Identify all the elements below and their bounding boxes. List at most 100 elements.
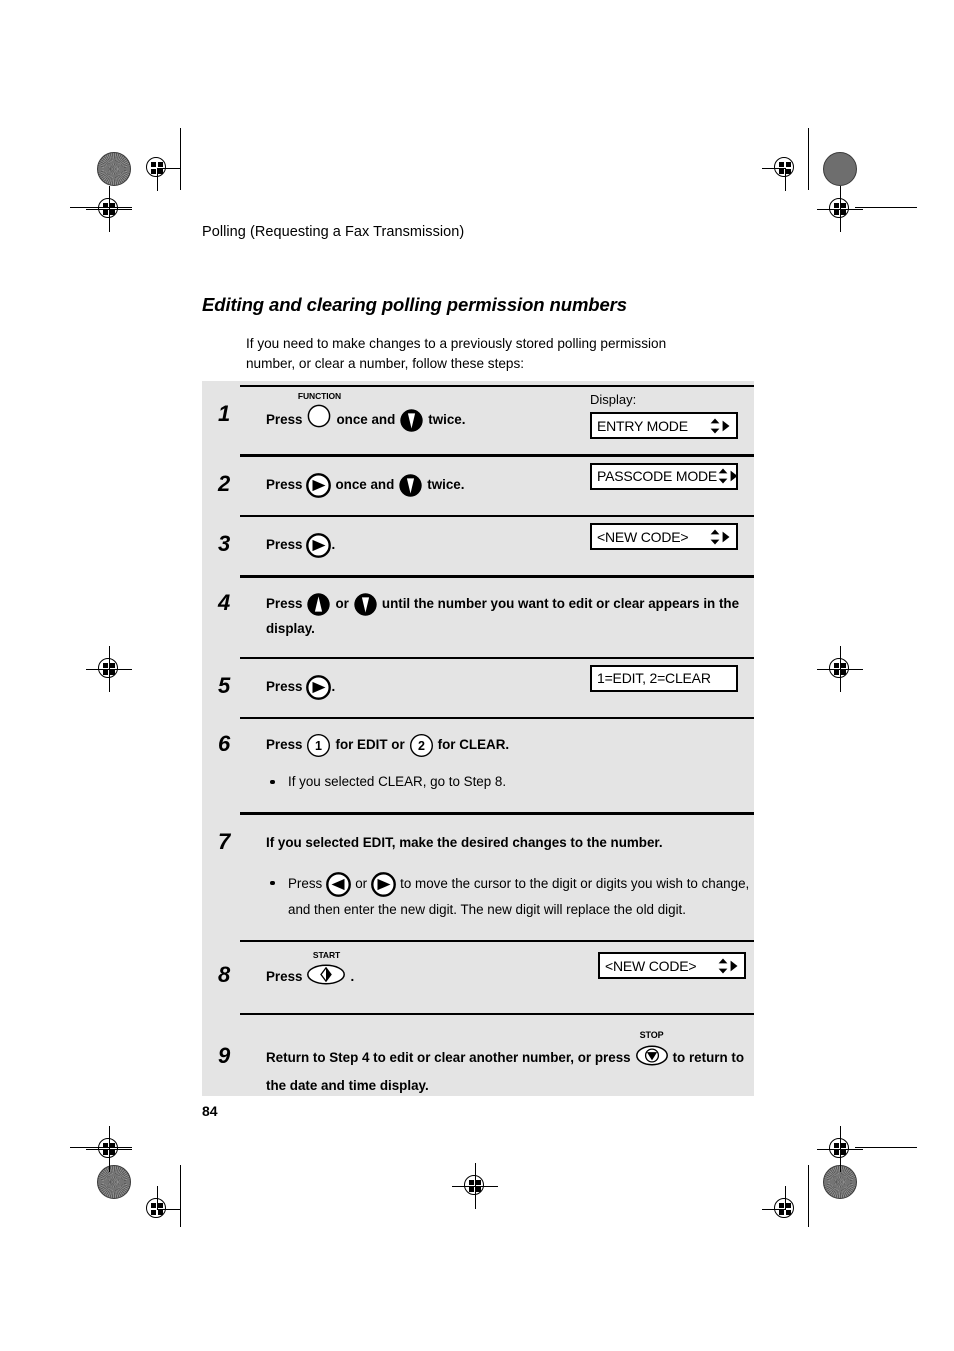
page-number: 84 — [202, 1103, 218, 1119]
registration-mark-top-right-inner — [762, 145, 808, 191]
display-box: <NEW CODE> — [590, 523, 738, 551]
step-number: 3 — [218, 531, 231, 557]
down-arrow-button-icon[interactable] — [399, 408, 424, 433]
svg-text:2: 2 — [418, 740, 425, 754]
registration-mark-left-middle — [86, 646, 132, 692]
trim-line-bottom-left-vertical — [180, 1165, 182, 1227]
display-box: <NEW CODE> — [598, 952, 746, 980]
display-box: PASSCODE MODE — [590, 462, 739, 490]
document-page: Polling (Requesting a Fax Transmission) … — [0, 0, 954, 1351]
step-bullet-text: If you selected CLEAR, go to Step 8. — [288, 774, 507, 790]
step-text-after: . — [350, 969, 355, 985]
right-arrow-button-icon[interactable] — [306, 675, 332, 700]
step-number: 4 — [218, 589, 231, 615]
intro-paragraph: If you need to make changes to a previou… — [246, 336, 667, 371]
trim-line-bottom-right-horizontal — [855, 1147, 917, 1149]
stop-button-icon[interactable]: STOP — [635, 1031, 669, 1074]
function-button-caption: FUNCTION — [297, 391, 342, 402]
step-text-before: Press — [266, 679, 303, 694]
step-bullet: If you selected CLEAR, go to Step 8. — [266, 771, 754, 792]
registration-mark-bottom-right-outer — [817, 1126, 863, 1172]
bullet-dot-icon — [270, 779, 275, 785]
registration-mark-right-middle — [817, 646, 863, 692]
key-1-button-icon[interactable]: 1 — [306, 733, 331, 758]
step-text-before: Press — [266, 737, 303, 753]
step-number: 6 — [218, 731, 231, 757]
registration-mark-top-left-outer — [86, 186, 132, 232]
start-button-icon[interactable]: START — [306, 951, 346, 993]
trim-line-top-right-vertical — [808, 128, 810, 190]
trim-line-top-right-horizontal — [855, 207, 917, 209]
display-scroll-indicator — [717, 467, 739, 485]
step-item: 5 Press. 1=EDIT, 2=CLEAR — [218, 659, 754, 717]
density-patch-top-right — [823, 152, 857, 186]
registration-mark-bottom-center — [452, 1163, 498, 1209]
step-item: 7 If you selected EDIT, make the desired… — [218, 815, 754, 940]
step-text: Press or until the number you want to edit… — [266, 592, 754, 641]
right-arrow-button-icon[interactable] — [306, 472, 332, 498]
step-text-before: Return to Step 4 to edit or clear anothe… — [266, 1050, 631, 1066]
step-bullet-text-before: Press — [288, 875, 323, 891]
step-number: 1 — [218, 401, 231, 427]
registration-mark-top-right-outer — [817, 186, 863, 232]
registration-mark-top-left-inner — [134, 145, 180, 191]
steps-list: 1 Press FUNCTION once and twice. ENTRY MODE — [218, 381, 754, 1118]
display-text: ENTRY MODE — [597, 417, 688, 434]
step-number: 9 — [218, 1043, 231, 1069]
step-number: 2 — [218, 470, 231, 496]
step-item: 1 Press FUNCTION once and twice. ENTRY MODE — [218, 387, 754, 454]
registration-mark-bottom-right-inner — [762, 1186, 808, 1232]
display-scroll-indicator — [709, 417, 731, 435]
page-title: Editing and clearing polling permission … — [202, 294, 627, 315]
bullet-dot-icon — [270, 880, 275, 886]
step-text-after: . — [331, 679, 336, 694]
svg-text:1: 1 — [316, 740, 323, 754]
display-text: <NEW CODE> — [597, 528, 689, 545]
step-bullet: Press or to move the cursor to the digit o… — [266, 871, 754, 922]
key-2-button-icon[interactable]: 2 — [409, 733, 434, 758]
step-text-middle: for EDIT or — [335, 737, 405, 753]
registration-mark-bottom-left-outer — [86, 1126, 132, 1172]
trim-line-top-left-vertical — [180, 128, 182, 190]
step-text: Return to Step 4 to edit or clear anothe… — [266, 1031, 754, 1098]
up-arrow-button-icon[interactable] — [306, 592, 331, 617]
display-text: 1=EDIT, 2=CLEAR — [597, 670, 711, 687]
step-number: 8 — [218, 962, 231, 988]
running-head: Polling (Requesting a Fax Transmission) — [202, 224, 465, 240]
step-text-before: Press — [266, 537, 303, 553]
right-arrow-button-icon[interactable] — [371, 871, 397, 897]
step-number: 7 — [218, 828, 231, 854]
down-arrow-button-icon[interactable] — [353, 592, 378, 617]
display-scroll-indicator — [717, 957, 739, 975]
step-bullet-text-middle: or — [355, 875, 368, 891]
step-text-before: Press — [266, 969, 303, 985]
right-arrow-button-icon[interactable] — [306, 533, 332, 559]
display-text: PASSCODE MODE — [597, 468, 718, 485]
down-arrow-button-icon[interactable] — [398, 473, 423, 498]
step-item: 3 Press. <NEW CODE> — [218, 517, 754, 575]
step-text-before: Press — [266, 595, 303, 611]
display-box: ENTRY MODE — [590, 412, 738, 440]
left-arrow-button-icon[interactable] — [326, 871, 352, 897]
step-item: 9 Return to Step 4 to edit or clear anot… — [218, 1015, 754, 1118]
step-item: 2 Press once and twice. PASSCODE MODE — [218, 457, 754, 515]
step-number: 5 — [218, 672, 231, 698]
step-heading: If you selected EDIT, make the desired c… — [266, 834, 663, 850]
step-text-middle: once and — [335, 476, 395, 492]
step-text-after: twice. — [428, 411, 466, 427]
step-item: 6 Press 1 for EDIT or 2 for CLEAR. If you se… — [218, 719, 754, 812]
step-text-after: . — [331, 537, 336, 553]
density-patch-top-left — [97, 152, 131, 186]
display-scroll-indicator — [709, 528, 731, 546]
step-text-after: for CLEAR. — [437, 737, 510, 753]
function-button-icon[interactable]: FUNCTION — [298, 392, 341, 437]
trim-line-bottom-right-vertical — [808, 1165, 810, 1227]
start-button-caption: START — [312, 950, 341, 961]
step-text-before: Press — [266, 476, 303, 492]
registration-mark-bottom-left-inner — [134, 1186, 180, 1232]
step-text-after: twice. — [427, 476, 465, 492]
display-text: <NEW CODE> — [605, 957, 697, 974]
step-text-middle: or — [335, 595, 349, 611]
step-text-middle: once and — [336, 411, 396, 427]
step-text-before: Press — [266, 411, 303, 427]
